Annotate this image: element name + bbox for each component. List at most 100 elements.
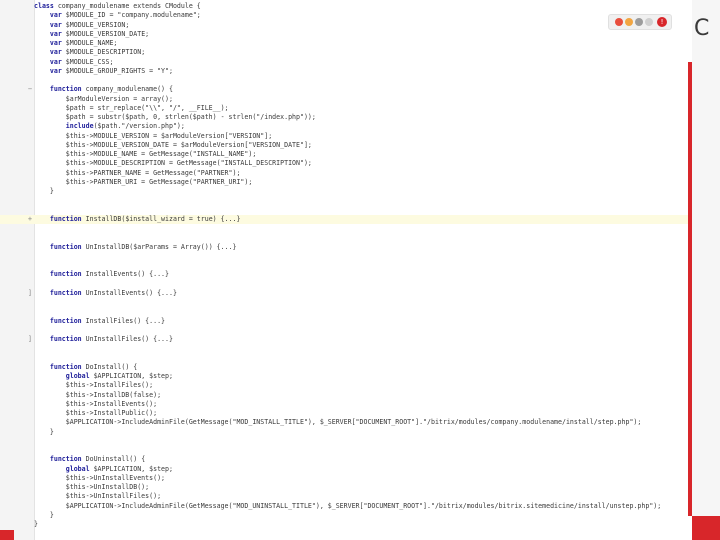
code-area[interactable]: class company_modulename extends CModule… xyxy=(0,2,692,529)
code-text: } xyxy=(34,510,54,519)
code-line[interactable]: $arModuleVersion = array(); xyxy=(0,95,692,104)
code-text: $this->MODULE_VERSION_DATE = $arModuleVe… xyxy=(34,140,312,149)
code-line[interactable] xyxy=(0,280,692,289)
code-line[interactable] xyxy=(0,298,692,307)
code-line[interactable]: $this->InstallEvents(); xyxy=(0,400,692,409)
code-line[interactable]: $path = str_replace("\\", "/", __FILE__)… xyxy=(0,104,692,113)
close-icon[interactable] xyxy=(615,18,623,26)
keyword: function xyxy=(49,214,82,223)
code-line[interactable] xyxy=(0,307,692,316)
code-text: $this->MODULE_VERSION = $arModuleVersion… xyxy=(34,131,273,140)
code-text: function DoInstall() { xyxy=(49,362,138,371)
code-line[interactable]: var $MODULE_VERSION; xyxy=(0,21,692,30)
code-line[interactable]: $this->InstallFiles(); xyxy=(0,381,692,390)
keyword: function xyxy=(49,270,82,279)
code-text: var $MODULE_ID = "company.modulename"; xyxy=(49,11,201,20)
code-line[interactable]: var $MODULE_DESCRIPTION; xyxy=(0,48,692,57)
code-line[interactable]: $this->InstallPublic(); xyxy=(0,409,692,418)
keyword: include xyxy=(65,122,94,131)
code-text: function company_modulename() { xyxy=(49,85,173,94)
code-line[interactable]: ] function UnInstallFiles() {...} xyxy=(0,335,692,344)
fold-marker-icon[interactable]: + xyxy=(27,215,33,224)
alert-icon[interactable]: ! xyxy=(657,17,667,27)
code-text: var $MODULE_VERSION_DATE; xyxy=(49,29,150,38)
code-line[interactable]: $this->MODULE_VERSION_DATE = $arModuleVe… xyxy=(0,141,692,150)
code-text: function DoUninstall() { xyxy=(49,455,146,464)
code-line[interactable]: $this->UnInstallEvents(); xyxy=(0,474,692,483)
code-text: } xyxy=(34,427,54,436)
bookmark-icon[interactable] xyxy=(645,18,653,26)
code-line[interactable]: $this->MODULE_NAME = GetMessage("INSTALL… xyxy=(0,150,692,159)
code-line[interactable]: var $MODULE_ID = "company.modulename"; xyxy=(0,11,692,20)
code-line[interactable]: $path = substr($path, 0, strlen($path) -… xyxy=(0,113,692,122)
code-text: $APPLICATION->IncludeAdminFile(GetMessag… xyxy=(34,418,642,427)
code-line[interactable] xyxy=(0,446,692,455)
code-line[interactable] xyxy=(0,354,692,363)
keyword: function xyxy=(49,455,82,464)
fold-marker-icon[interactable]: ] xyxy=(27,335,33,344)
keyword: function xyxy=(49,316,82,325)
code-line[interactable] xyxy=(0,224,692,233)
code-line[interactable]: function InstallFiles() {...} xyxy=(0,317,692,326)
code-text: $this->MODULE_DESCRIPTION = GetMessage("… xyxy=(34,159,312,168)
browser-toolbar-icons[interactable]: ! xyxy=(608,14,672,30)
code-line[interactable] xyxy=(0,233,692,242)
code-line[interactable]: } xyxy=(0,511,692,520)
code-line[interactable]: var $MODULE_VERSION_DATE; xyxy=(0,30,692,39)
code-line[interactable]: $this->MODULE_DESCRIPTION = GetMessage("… xyxy=(0,159,692,168)
code-line[interactable]: function DoInstall() { xyxy=(0,363,692,372)
code-line[interactable]: + function InstallDB($install_wizard = t… xyxy=(0,214,692,224)
code-line[interactable]: $this->MODULE_VERSION = $arModuleVersion… xyxy=(0,132,692,141)
code-line[interactable]: function InstallEvents() {...} xyxy=(0,270,692,279)
code-line[interactable]: $APPLICATION->IncludeAdminFile(GetMessag… xyxy=(0,418,692,427)
side-letter: C xyxy=(694,16,710,41)
keyword: var xyxy=(49,48,62,57)
code-line[interactable] xyxy=(0,344,692,353)
code-line[interactable]: include($path."/version.php"); xyxy=(0,122,692,131)
fold-marker-icon[interactable]: ] xyxy=(27,289,33,298)
code-line[interactable]: var $MODULE_CSS; xyxy=(0,58,692,67)
code-line[interactable]: $this->UnInstallDB(); xyxy=(0,483,692,492)
code-line[interactable] xyxy=(0,76,692,85)
code-line[interactable]: function UnInstallDB($arParams = Array()… xyxy=(0,243,692,252)
code-text: $this->InstallDB(false); xyxy=(34,390,162,399)
accent-corner-left xyxy=(0,530,14,540)
code-line[interactable]: $this->PARTNER_NAME = GetMessage("PARTNE… xyxy=(0,169,692,178)
code-text: include($path."/version.php"); xyxy=(65,122,185,131)
code-line[interactable] xyxy=(0,326,692,335)
code-text: var $MODULE_GROUP_RIGHTS = "Y"; xyxy=(49,66,173,75)
code-line[interactable]: $this->UnInstallFiles(); xyxy=(0,492,692,501)
code-text: var $MODULE_DESCRIPTION; xyxy=(49,48,146,57)
code-line[interactable]: } xyxy=(0,187,692,196)
code-text: var $MODULE_CSS; xyxy=(49,57,114,66)
code-line[interactable]: global $APPLICATION, $step; xyxy=(0,372,692,381)
code-line[interactable] xyxy=(0,437,692,446)
accent-corner-right xyxy=(692,516,720,540)
code-line[interactable]: } xyxy=(0,520,692,529)
code-line[interactable] xyxy=(0,252,692,261)
code-line[interactable]: $this->InstallDB(false); xyxy=(0,391,692,400)
code-line[interactable] xyxy=(0,261,692,270)
code-line[interactable]: } xyxy=(0,428,692,437)
code-line[interactable]: var $MODULE_NAME; xyxy=(0,39,692,48)
code-text: $path = str_replace("\\", "/", __FILE__)… xyxy=(34,103,229,112)
minimize-icon[interactable] xyxy=(625,18,633,26)
code-line[interactable]: − function company_modulename() { xyxy=(0,85,692,94)
code-line[interactable]: $APPLICATION->IncludeAdminFile(GetMessag… xyxy=(0,502,692,511)
code-text: $this->InstallFiles(); xyxy=(34,381,154,390)
code-line[interactable]: ] function UnInstallEvents() {...} xyxy=(0,289,692,298)
code-line[interactable]: function DoUninstall() { xyxy=(0,455,692,464)
code-line[interactable] xyxy=(0,196,692,205)
code-editor[interactable]: class company_modulename extends CModule… xyxy=(0,0,692,540)
code-text: } xyxy=(34,520,38,528)
code-text: $this->MODULE_NAME = GetMessage("INSTALL… xyxy=(34,150,257,158)
code-text: $this->UnInstallEvents(); xyxy=(34,473,166,482)
accent-stripe xyxy=(688,62,692,516)
tab-icon[interactable] xyxy=(635,18,643,26)
fold-marker-icon[interactable]: − xyxy=(27,85,33,94)
code-line[interactable]: global $APPLICATION, $step; xyxy=(0,465,692,474)
code-line[interactable]: $this->PARTNER_URI = GetMessage("PARTNER… xyxy=(0,178,692,187)
code-line[interactable] xyxy=(0,206,692,215)
code-line[interactable]: var $MODULE_GROUP_RIGHTS = "Y"; xyxy=(0,67,692,76)
code-line[interactable]: class company_modulename extends CModule… xyxy=(0,2,692,11)
